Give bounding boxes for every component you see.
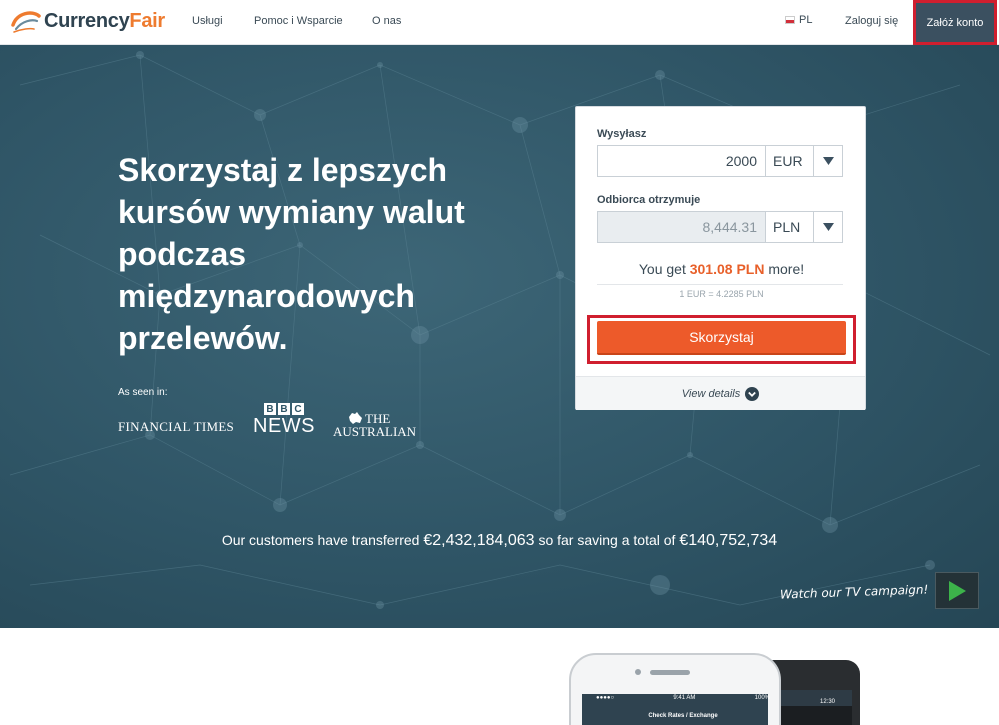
card-divider — [597, 284, 843, 285]
savings-suffix: more! — [768, 261, 805, 277]
view-details-label: View details — [681, 387, 741, 400]
top-navbar: CurrencyFair Usługi Pomoc i Wsparcie O n… — [0, 0, 999, 45]
stats-transferred: €2,432,184,063 — [423, 532, 535, 549]
savings-amount: 301.08 PLN — [689, 261, 765, 277]
receive-amount-input[interactable]: 8,444.31 — [598, 212, 765, 242]
hero-headline: Skorzystaj z lepszych kursów wymiany wal… — [118, 152, 465, 356]
bbc-letter-boxes: B B C — [264, 403, 315, 415]
bbc-letter: B — [264, 403, 276, 415]
transfer-stats: Our customers have transferred €2,432,18… — [0, 532, 999, 550]
australia-map-icon — [349, 412, 362, 424]
currencyfair-logo[interactable]: CurrencyFair — [10, 8, 165, 34]
login-link[interactable]: Zaloguj się — [845, 15, 898, 27]
language-selector[interactable]: PL — [785, 14, 812, 26]
bbc-letter: B — [278, 403, 290, 415]
the-australian-logo: THE AUSTRALIAN — [333, 410, 417, 439]
send-field: 2000 EUR — [597, 145, 843, 177]
send-currency-dropdown[interactable] — [813, 146, 842, 176]
send-amount-input[interactable]: 2000 — [598, 146, 765, 176]
caret-down-icon — [822, 223, 834, 231]
ios-status-bar: ●●●●○ 9:41 AM 100% — [590, 695, 776, 701]
nav-link-o-nas[interactable]: O nas — [372, 15, 401, 27]
receive-currency-dropdown[interactable] — [813, 212, 842, 242]
australian-line1: THE — [365, 410, 391, 426]
signup-button[interactable]: Załóż konto — [913, 0, 997, 45]
ios-signal: ●●●●○ — [596, 695, 615, 701]
receive-label: Odbiorca otrzymuje — [597, 194, 701, 206]
caret-down-icon — [822, 157, 834, 165]
bbc-news-logo: B B C NEWS — [253, 403, 315, 438]
language-label: PL — [799, 14, 813, 26]
skorzystaj-button[interactable]: Skorzystaj — [597, 321, 846, 355]
savings-message: You get 301.08 PLN more! — [576, 261, 867, 277]
stats-middle: so far saving a total of — [538, 532, 676, 548]
ios-screen-title: Check Rates / Exchange — [648, 713, 718, 719]
stats-prefix: Our customers have transferred — [221, 532, 420, 548]
logo-wordmark: CurrencyFair — [44, 9, 165, 32]
ios-battery: 100% — [754, 695, 770, 701]
bbc-news-text: NEWS — [253, 415, 315, 437]
receive-currency[interactable]: PLN — [765, 212, 813, 242]
savings-prefix: You get — [638, 261, 686, 277]
australian-line2: AUSTRALIAN — [333, 424, 417, 439]
send-label: Wysyłasz — [597, 128, 647, 140]
exchange-rate: 1 EUR = 4.2285 PLN — [679, 289, 764, 299]
logo-swoosh-icon — [11, 11, 41, 33]
financial-times-logo: FINANCIAL TIMES — [118, 419, 235, 434]
stats-saved: €140,752,734 — [679, 532, 778, 549]
play-video-button[interactable] — [935, 572, 979, 609]
view-details-toggle[interactable]: View details — [576, 376, 865, 410]
bbc-letter: C — [292, 403, 304, 415]
currency-converter-card: Wysyłasz 2000 EUR Odbiorca otrzymuje 8,4… — [575, 106, 866, 410]
play-icon — [949, 580, 966, 601]
nav-link-uslugi[interactable]: Usługi — [192, 15, 223, 27]
send-currency[interactable]: EUR — [765, 146, 813, 176]
receive-field: 8,444.31 PLN — [597, 211, 843, 243]
chevron-down-circle-icon — [745, 386, 760, 401]
as-seen-in-label: As seen in: — [118, 387, 168, 398]
ios-time: 9:41 AM — [673, 695, 696, 701]
android-time: 12:30 — [820, 699, 836, 705]
nav-link-pomoc[interactable]: Pomoc i Wsparcie — [254, 15, 343, 27]
poland-flag-icon — [785, 16, 795, 24]
